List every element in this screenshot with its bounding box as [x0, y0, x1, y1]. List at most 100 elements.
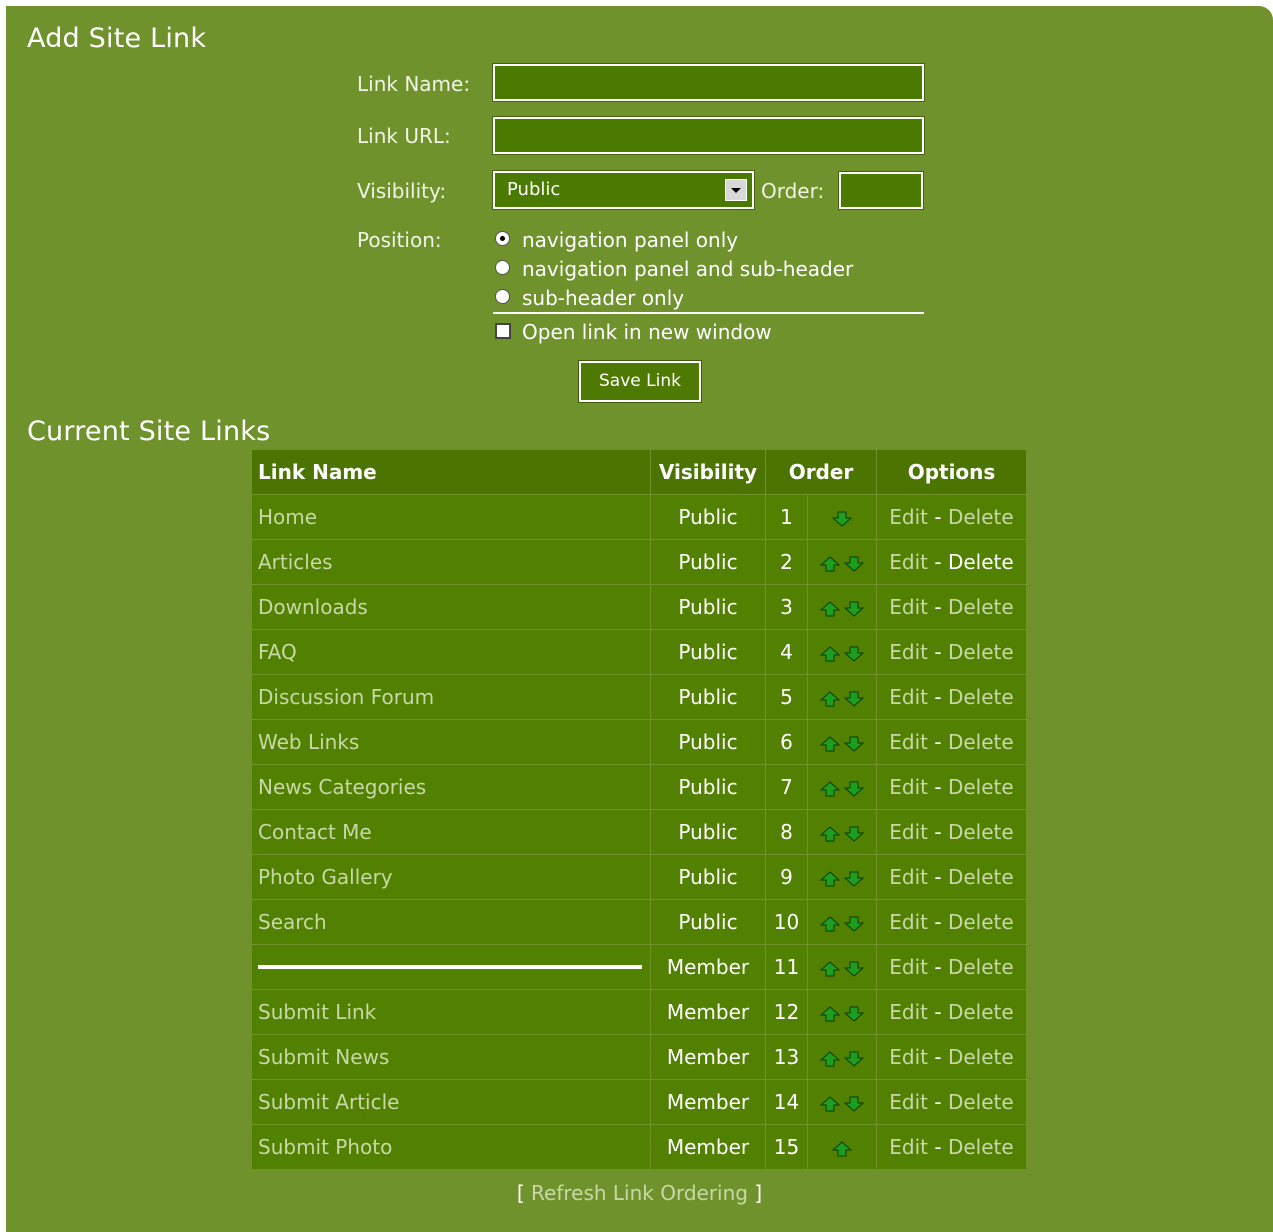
new-window-checkbox[interactable]	[495, 323, 511, 339]
refresh-link-ordering-link[interactable]: Refresh Link Ordering	[531, 1181, 748, 1205]
options-cell: Edit - Delete	[877, 1125, 1027, 1170]
link-name-link[interactable]: Photo Gallery	[258, 865, 393, 889]
up-arrow-icon[interactable]	[820, 780, 840, 797]
edit-link[interactable]: Edit	[889, 820, 928, 844]
link-name-link[interactable]: Submit Article	[258, 1090, 399, 1114]
delete-link[interactable]: Delete	[948, 1000, 1014, 1024]
link-name-link[interactable]: Home	[258, 505, 317, 529]
delete-link[interactable]: Delete	[948, 685, 1014, 709]
up-arrow-icon[interactable]	[820, 690, 840, 707]
down-arrow-icon[interactable]	[844, 1006, 864, 1022]
delete-link[interactable]: Delete	[948, 640, 1014, 664]
up-arrow-icon[interactable]	[832, 1140, 852, 1157]
table-row: Search Public 10 Edit - Delete	[252, 900, 1027, 945]
options-separator: -	[934, 910, 942, 934]
down-arrow-icon[interactable]	[844, 826, 864, 842]
link-name-link[interactable]: Submit News	[258, 1045, 389, 1069]
position-option-nav-and-subheader[interactable]: navigation panel and sub-header	[495, 257, 853, 281]
down-arrow-icon[interactable]	[844, 916, 864, 932]
link-name-link[interactable]: Downloads	[258, 595, 368, 619]
up-arrow-icon[interactable]	[820, 645, 840, 662]
edit-link[interactable]: Edit	[889, 910, 928, 934]
edit-link[interactable]: Edit	[889, 775, 928, 799]
delete-link[interactable]: Delete	[948, 820, 1014, 844]
delete-link[interactable]: Delete	[948, 550, 1014, 574]
link-name-link[interactable]: News Categories	[258, 775, 426, 799]
edit-link[interactable]: Edit	[889, 955, 928, 979]
edit-link[interactable]: Edit	[889, 730, 928, 754]
link-name-cell: Home	[252, 495, 651, 540]
up-arrow-icon[interactable]	[820, 600, 840, 617]
edit-link[interactable]: Edit	[889, 1090, 928, 1114]
up-arrow-icon[interactable]	[820, 1005, 840, 1022]
edit-link[interactable]: Edit	[889, 685, 928, 709]
up-arrow-icon[interactable]	[820, 555, 840, 572]
position-option-subheader-only[interactable]: sub-header only	[495, 286, 684, 310]
order-arrows-cell	[808, 585, 877, 630]
delete-link[interactable]: Delete	[948, 865, 1014, 889]
delete-link[interactable]: Delete	[948, 505, 1014, 529]
link-name-link[interactable]: Web Links	[258, 730, 359, 754]
edit-link[interactable]: Edit	[889, 595, 928, 619]
down-arrow-icon[interactable]	[844, 691, 864, 707]
radio-button[interactable]	[495, 289, 510, 304]
down-arrow-icon[interactable]	[844, 646, 864, 662]
link-name-link[interactable]: Articles	[258, 550, 333, 574]
delete-link[interactable]: Delete	[948, 730, 1014, 754]
save-link-button[interactable]: Save Link	[578, 360, 702, 403]
down-arrow-icon[interactable]	[844, 961, 864, 977]
up-arrow-icon[interactable]	[820, 870, 840, 887]
delete-link[interactable]: Delete	[948, 955, 1014, 979]
down-arrow-icon[interactable]	[844, 1051, 864, 1067]
up-arrow-icon[interactable]	[820, 915, 840, 932]
delete-link[interactable]: Delete	[948, 595, 1014, 619]
up-arrow-icon[interactable]	[820, 735, 840, 752]
chevron-down-icon[interactable]	[725, 179, 747, 201]
visibility-select[interactable]: Public	[492, 170, 755, 210]
up-arrow-icon[interactable]	[820, 1095, 840, 1112]
edit-link[interactable]: Edit	[889, 550, 928, 574]
visibility-cell: Public	[651, 900, 766, 945]
delete-link[interactable]: Delete	[948, 1135, 1014, 1159]
edit-link[interactable]: Edit	[889, 865, 928, 889]
radio-button-selected[interactable]	[495, 231, 510, 246]
down-arrow-icon[interactable]	[844, 781, 864, 797]
link-url-input[interactable]	[492, 116, 925, 155]
down-arrow-icon[interactable]	[844, 871, 864, 887]
options-separator: -	[934, 730, 942, 754]
down-arrow-icon[interactable]	[844, 736, 864, 752]
down-arrow-icon[interactable]	[832, 511, 852, 527]
radio-button[interactable]	[495, 260, 510, 275]
new-window-option[interactable]: Open link in new window	[495, 320, 772, 344]
down-arrow-icon[interactable]	[844, 556, 864, 572]
delete-link[interactable]: Delete	[948, 1090, 1014, 1114]
site-links-table: Link Name Visibility Order Options Home P…	[252, 450, 1027, 1170]
column-header-link-name: Link Name	[252, 450, 651, 495]
order-input[interactable]	[838, 171, 924, 210]
link-name-link[interactable]: Discussion Forum	[258, 685, 434, 709]
down-arrow-icon[interactable]	[844, 601, 864, 617]
link-name-link[interactable]: Submit Link	[258, 1000, 376, 1024]
delete-link[interactable]: Delete	[948, 910, 1014, 934]
edit-link[interactable]: Edit	[889, 640, 928, 664]
edit-link[interactable]: Edit	[889, 505, 928, 529]
edit-link[interactable]: Edit	[889, 1045, 928, 1069]
options-separator: -	[934, 955, 942, 979]
edit-link[interactable]: Edit	[889, 1000, 928, 1024]
link-name-link[interactable]: FAQ	[258, 640, 297, 664]
delete-link[interactable]: Delete	[948, 775, 1014, 799]
up-arrow-icon[interactable]	[820, 960, 840, 977]
link-name-link[interactable]: Submit Photo	[258, 1135, 392, 1159]
link-name-link[interactable]: Contact Me	[258, 820, 372, 844]
up-arrow-icon[interactable]	[820, 1050, 840, 1067]
options-cell: Edit - Delete	[877, 495, 1027, 540]
down-arrow-icon[interactable]	[844, 1096, 864, 1112]
position-option-nav-only[interactable]: navigation panel only	[495, 228, 738, 252]
visibility-cell: Public	[651, 720, 766, 765]
delete-link[interactable]: Delete	[948, 1045, 1014, 1069]
up-arrow-icon[interactable]	[820, 825, 840, 842]
link-name-input[interactable]	[492, 63, 925, 102]
link-name-link[interactable]: Search	[258, 910, 327, 934]
column-header-options: Options	[877, 450, 1027, 495]
edit-link[interactable]: Edit	[889, 1135, 928, 1159]
